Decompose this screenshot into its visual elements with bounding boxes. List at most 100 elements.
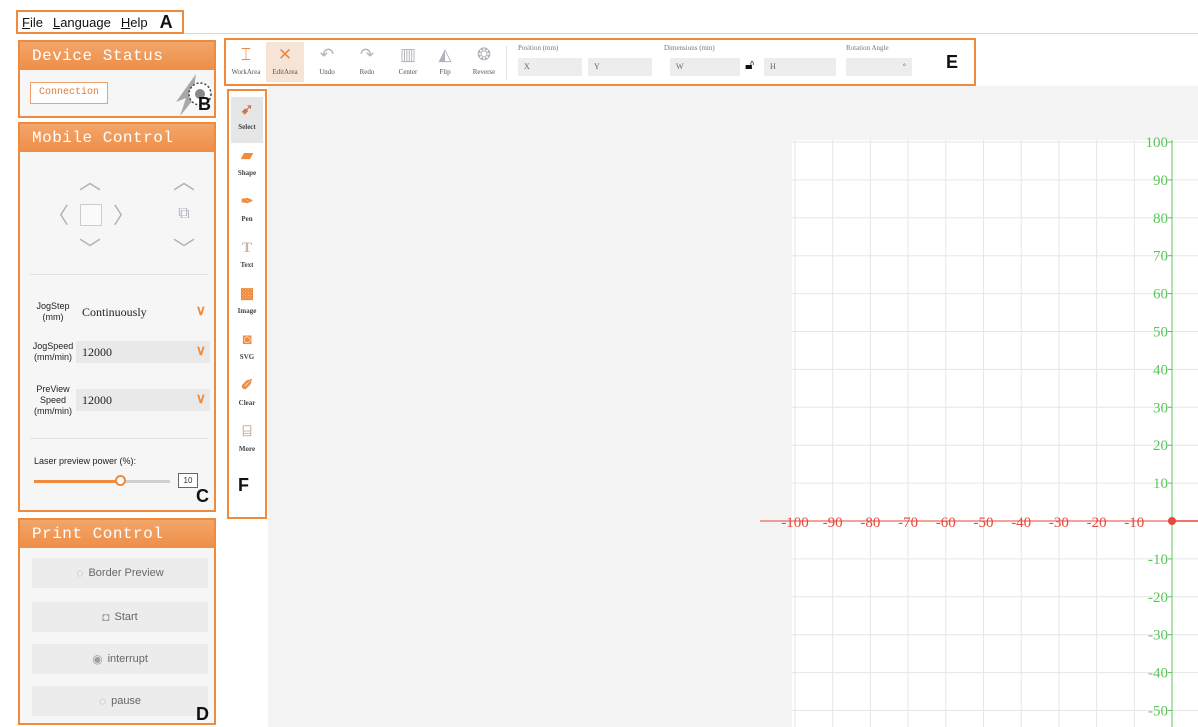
y-tick-label: 60: [1153, 287, 1168, 303]
editarea-icon: ✕: [277, 45, 293, 64]
jog-home-button[interactable]: [80, 204, 102, 226]
chevron-up-icon: ︿: [172, 169, 195, 194]
flip-button[interactable]: ◭ Flip: [432, 42, 458, 82]
clear-tool[interactable]: ✐ Clear: [231, 373, 263, 419]
laser-preview-label: Laser preview power (%):: [34, 456, 137, 466]
z-up-button[interactable]: ︿: [170, 166, 198, 194]
jog-left-button[interactable]: 〈: [44, 200, 72, 228]
workarea-label: WorkArea: [231, 68, 261, 76]
interrupt-button[interactable]: ◉ interrupt: [32, 644, 208, 674]
preview-speed-label: PreView Speed (mm/min): [34, 383, 72, 416]
y-tick-label: 10: [1153, 476, 1168, 492]
pen-tool[interactable]: ✒ Pen: [231, 189, 263, 235]
undo-button[interactable]: ↶ Undo: [314, 42, 340, 82]
broom-icon: ✐: [240, 378, 254, 394]
chevron-down-icon: ﹀: [172, 237, 195, 262]
jog-up-button[interactable]: ︿: [76, 166, 104, 194]
rotation-input[interactable]: °: [846, 58, 912, 76]
x-tick-label: -40: [1011, 515, 1031, 531]
jog-step-select[interactable]: Continuously ∨: [76, 301, 210, 323]
jog-speed-select[interactable]: 12000 ∨: [76, 341, 210, 363]
chevron-down-icon: ∨: [195, 344, 206, 359]
shape-icon: ▰: [241, 148, 253, 164]
z-reset-button[interactable]: ⧉: [170, 200, 198, 228]
coordinate-plot[interactable]: -100 -90 -80 -70 -60 -50 -40 -30 -20 -10 100 90 80 70…: [760, 136, 1198, 727]
center-icon: ▥: [399, 45, 417, 64]
chevron-down-icon: ∨: [195, 392, 206, 407]
x-tick-label: -90: [823, 515, 843, 531]
dimension-width-input[interactable]: W: [670, 58, 740, 76]
pause-icon: ◌: [98, 694, 107, 708]
connection-button[interactable]: Connection: [30, 82, 108, 104]
workarea-button[interactable]: ⌶ WorkArea: [228, 42, 264, 82]
more-icon: ⌸: [242, 424, 252, 440]
pen-tool-label: Pen: [241, 215, 253, 223]
jog-step-label: JogStep (mm): [36, 301, 70, 322]
center-button[interactable]: ▥ Center: [394, 42, 422, 82]
reverse-icon: ❂: [476, 45, 492, 64]
start-icon: ◘: [102, 610, 110, 624]
copy-icon: ⧉: [178, 205, 190, 222]
editarea-button[interactable]: ✕ EditArea: [266, 42, 304, 82]
svg-tool[interactable]: ◙ SVG: [231, 327, 263, 373]
menu-box: File Language Help A: [16, 10, 184, 34]
menu-language-label: anguage: [60, 14, 111, 30]
menu-help[interactable]: Help: [121, 15, 148, 30]
y-tick-label: -30: [1148, 628, 1168, 644]
center-label: Center: [398, 68, 418, 76]
more-tool-label: More: [238, 445, 256, 453]
y-tick-label: 40: [1153, 362, 1168, 378]
svg-tool-label: SVG: [239, 353, 255, 361]
text-tool[interactable]: T Text: [231, 235, 263, 281]
pause-label: pause: [111, 695, 142, 707]
callout-f: F: [238, 475, 249, 495]
dimensions-label: Dimensions (mm): [664, 44, 715, 52]
text-tool-label: Text: [240, 261, 254, 269]
jog-speed-row: JogSpeed (mm/min) 12000 ∨: [30, 336, 210, 368]
laser-power-slider[interactable]: [34, 475, 170, 486]
jog-speed-value: 12000: [82, 345, 112, 359]
menu-language[interactable]: Language: [53, 15, 111, 30]
select-tool[interactable]: ➹ Select: [231, 97, 263, 143]
mobile-control-panel: Mobile Control ︿ 〈 〉 ﹀ ︿ ⧉ ﹀ JogStep (mm)…: [18, 122, 216, 512]
image-icon: ▩: [239, 286, 255, 302]
menu-help-mnemonic: H: [120, 14, 131, 30]
jog-step-value: Continuously: [82, 305, 147, 319]
z-down-button[interactable]: ﹀: [170, 234, 198, 262]
pause-button[interactable]: ◌ pause: [32, 686, 208, 716]
preview-icon: ◌: [76, 566, 84, 580]
y-tick-label: 20: [1153, 438, 1168, 454]
jog-speed-label: JogSpeed (mm/min): [32, 341, 74, 362]
y-tick-label: 50: [1153, 325, 1168, 341]
jog-down-button[interactable]: ﹀: [76, 234, 104, 262]
preview-speed-select[interactable]: 12000 ∨: [76, 389, 210, 411]
shape-tool[interactable]: ▰ Shape: [231, 143, 263, 189]
start-button[interactable]: ◘ Start: [32, 602, 208, 632]
jog-right-button[interactable]: 〉: [110, 200, 138, 228]
x-tick-label: -70: [898, 515, 918, 531]
laser-power-input[interactable]: 10: [178, 473, 198, 488]
border-preview-button[interactable]: ◌ Border Preview: [32, 558, 208, 588]
redo-button[interactable]: ↷ Redo: [354, 42, 380, 82]
reverse-label: Reverse: [472, 68, 496, 76]
position-x-input[interactable]: X: [518, 58, 582, 76]
laser-power-slider-thumb[interactable]: [114, 475, 126, 486]
menu-help-label: elp: [130, 14, 148, 30]
position-y-input[interactable]: Y: [588, 58, 652, 76]
chevron-up-icon: ︿: [78, 169, 101, 194]
image-tool[interactable]: ▩ Image: [231, 281, 263, 327]
menu-file-label: ile: [29, 14, 43, 30]
edit-toolbar: ⌶ WorkArea ✕ EditArea ↶ Undo ↷ Redo ▥ Center …: [224, 38, 976, 86]
y-tick-label: -20: [1148, 590, 1168, 606]
callout-d: D: [196, 704, 209, 724]
unlock-icon[interactable]: 🔓︎: [745, 56, 754, 73]
start-label: Start: [114, 611, 138, 623]
more-tool[interactable]: ⌸ More: [231, 419, 263, 465]
laser-power-slider-fill: [34, 480, 120, 483]
dimension-height-input[interactable]: H: [764, 58, 836, 76]
shape-tool-label: Shape: [237, 169, 257, 177]
device-status-panel: Device Status Connection B: [18, 40, 216, 118]
flip-label: Flip: [439, 68, 451, 76]
reverse-button[interactable]: ❂ Reverse: [468, 42, 500, 82]
menu-file[interactable]: File: [22, 15, 43, 30]
